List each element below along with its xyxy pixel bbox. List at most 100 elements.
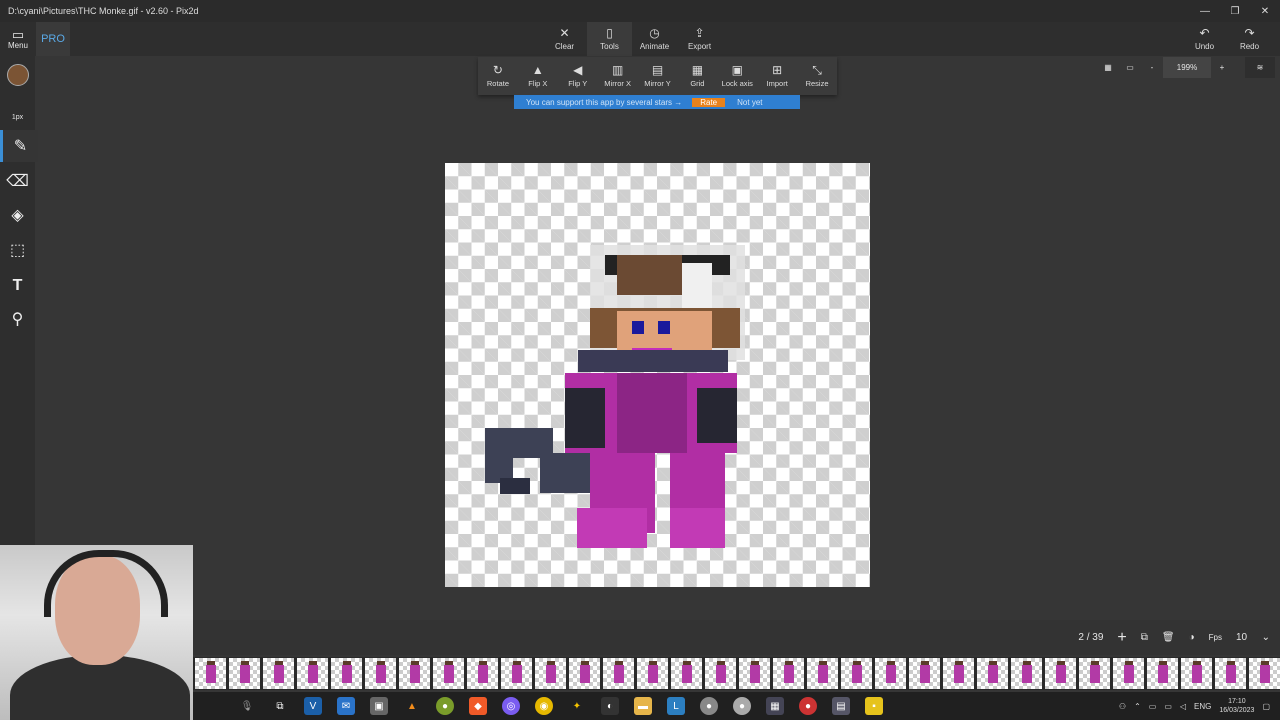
person-icon[interactable]: ⚇ xyxy=(1119,702,1126,711)
clear-button[interactable]: ✕ Clear xyxy=(542,22,587,56)
frame-thumbnail[interactable] xyxy=(398,658,430,689)
minimize-button[interactable]: — xyxy=(1190,0,1220,22)
app-icon[interactable]: ▦ xyxy=(766,697,784,715)
frame-thumbnail[interactable] xyxy=(738,658,770,689)
frame-thumbnail[interactable] xyxy=(1248,658,1280,689)
vlc-icon[interactable]: ▲ xyxy=(403,697,421,715)
pencil-tool[interactable]: ✎ xyxy=(0,130,38,162)
redo-button[interactable]: ↷ Redo xyxy=(1227,22,1272,56)
frame-thumbnail[interactable] xyxy=(670,658,702,689)
rotate-button[interactable]: ↻ Rotate xyxy=(478,57,518,95)
frame-thumbnail[interactable] xyxy=(228,658,260,689)
frame-thumbnail[interactable] xyxy=(1010,658,1042,689)
frame-thumbnail[interactable] xyxy=(500,658,532,689)
frame-thumbnail[interactable] xyxy=(364,658,396,689)
app-icon[interactable]: ◐ xyxy=(601,697,619,715)
export-button[interactable]: ⇪ Export xyxy=(677,22,722,56)
frame-thumbnail[interactable] xyxy=(330,658,362,689)
mic-icon[interactable]: 🎙 xyxy=(238,697,256,715)
network-icon[interactable]: ▭ xyxy=(1164,702,1172,711)
select-tool[interactable]: ⬚ xyxy=(0,234,35,266)
tools-button[interactable]: ▯ Tools xyxy=(587,22,632,56)
onion-skin-button[interactable]: ◑ xyxy=(1189,632,1195,643)
eyedropper-tool[interactable]: ⚲ xyxy=(0,303,35,335)
drawing-canvas[interactable] xyxy=(445,163,870,587)
task-view-icon[interactable]: ⧉ xyxy=(271,697,289,715)
chrome-icon[interactable]: ◉ xyxy=(535,697,553,715)
app-icon[interactable]: ● xyxy=(700,697,718,715)
app-icon[interactable]: ● xyxy=(436,697,454,715)
import-button[interactable]: ⊞ Import xyxy=(757,57,797,95)
flip-y-button[interactable]: ◀ Flip Y xyxy=(558,57,598,95)
rate-button[interactable]: Rate xyxy=(692,97,726,107)
frame-thumbnail[interactable] xyxy=(262,658,294,689)
frame-thumbnail[interactable] xyxy=(908,658,940,689)
frame-thumbnail[interactable] xyxy=(704,658,736,689)
color-picker[interactable] xyxy=(7,64,29,86)
close-window-button[interactable]: ✕ xyxy=(1250,0,1280,22)
frame-thumbnail[interactable] xyxy=(636,658,668,689)
fps-select[interactable]: 10 ⌄ xyxy=(1236,632,1270,643)
frame-thumbnail[interactable] xyxy=(772,658,804,689)
app-icon[interactable]: ● xyxy=(733,697,751,715)
clock[interactable]: 17:10 16/03/2023 xyxy=(1219,697,1254,715)
frame-thumbnail[interactable] xyxy=(1078,658,1110,689)
app-v-icon[interactable]: V xyxy=(304,697,322,715)
lock-axis-button[interactable]: ▣ Lock axis xyxy=(717,57,757,95)
language-indicator[interactable]: ENG xyxy=(1194,702,1211,711)
add-frame-button[interactable]: + xyxy=(1117,629,1126,647)
pro-button[interactable]: PRO xyxy=(36,22,70,56)
eraser-tool[interactable]: ⌫ xyxy=(0,165,35,197)
animate-button[interactable]: ◷ Animate xyxy=(632,22,677,56)
app-icon[interactable]: L xyxy=(667,697,685,715)
frame-thumbnail[interactable] xyxy=(806,658,838,689)
frame-thumbnail[interactable] xyxy=(976,658,1008,689)
app-icon[interactable]: ● xyxy=(799,697,817,715)
frame-thumbnail[interactable] xyxy=(1180,658,1212,689)
flip-x-button[interactable]: ▲ Flip X xyxy=(518,57,558,95)
not-yet-button[interactable]: Not yet xyxy=(737,98,762,107)
frame-thumbnail[interactable] xyxy=(534,658,566,689)
app-icon[interactable]: ▣ xyxy=(370,697,388,715)
brave-icon[interactable]: ◆ xyxy=(469,697,487,715)
pix2d-icon[interactable]: ▪ xyxy=(865,697,883,715)
frame-thumbnail[interactable] xyxy=(432,658,464,689)
zoom-out-button[interactable]: - xyxy=(1141,57,1163,78)
grid-button[interactable]: ▦ Grid xyxy=(677,57,717,95)
frame-thumbnail[interactable] xyxy=(840,658,872,689)
notifications-icon[interactable]: ▢ xyxy=(1262,702,1270,711)
frame-thumbnail[interactable] xyxy=(1214,658,1246,689)
mirror-x-button[interactable]: ▥ Mirror X xyxy=(598,57,638,95)
zoom-in-button[interactable]: + xyxy=(1211,57,1233,78)
frame-thumbnail[interactable] xyxy=(1146,658,1178,689)
mirror-y-button[interactable]: ▤ Mirror Y xyxy=(638,57,678,95)
frame-thumbnail[interactable] xyxy=(874,658,906,689)
menu-button[interactable]: ▭ Menu xyxy=(2,22,34,56)
frame-thumbnail[interactable] xyxy=(942,658,974,689)
grid-view-icon[interactable]: ▦ xyxy=(1097,57,1119,78)
volume-icon[interactable]: ◁ xyxy=(1180,702,1186,711)
frame-thumbnail[interactable] xyxy=(568,658,600,689)
frame-thumbnail[interactable] xyxy=(466,658,498,689)
delete-frame-button[interactable]: 🗑 xyxy=(1162,632,1175,643)
duplicate-frame-button[interactable]: ⧉ xyxy=(1141,632,1148,643)
brush-size[interactable]: 1px xyxy=(0,114,35,121)
battery-icon[interactable]: ▭ xyxy=(1149,702,1157,711)
mail-icon[interactable]: ✉ xyxy=(337,697,355,715)
frame-thumbnail[interactable] xyxy=(194,658,226,689)
zoom-value[interactable]: 199% xyxy=(1163,57,1211,78)
frame-thumbnail[interactable] xyxy=(602,658,634,689)
resize-button[interactable]: ⤡ Resize xyxy=(797,57,837,95)
undo-button[interactable]: ↶ Undo xyxy=(1182,22,1227,56)
app-icon[interactable]: ◎ xyxy=(502,697,520,715)
frame-thumbnail[interactable] xyxy=(1044,658,1076,689)
folder-icon[interactable]: ▬ xyxy=(634,697,652,715)
frame-thumbnail[interactable] xyxy=(296,658,328,689)
fill-tool[interactable]: ◈ xyxy=(0,199,35,231)
fit-view-icon[interactable]: ▭ xyxy=(1119,57,1141,78)
frame-thumbnail[interactable] xyxy=(1112,658,1144,689)
app-icon[interactable]: ▤ xyxy=(832,697,850,715)
app-icon[interactable]: ✦ xyxy=(568,697,586,715)
maximize-button[interactable]: ❐ xyxy=(1220,0,1250,22)
text-tool[interactable]: T xyxy=(0,270,35,302)
